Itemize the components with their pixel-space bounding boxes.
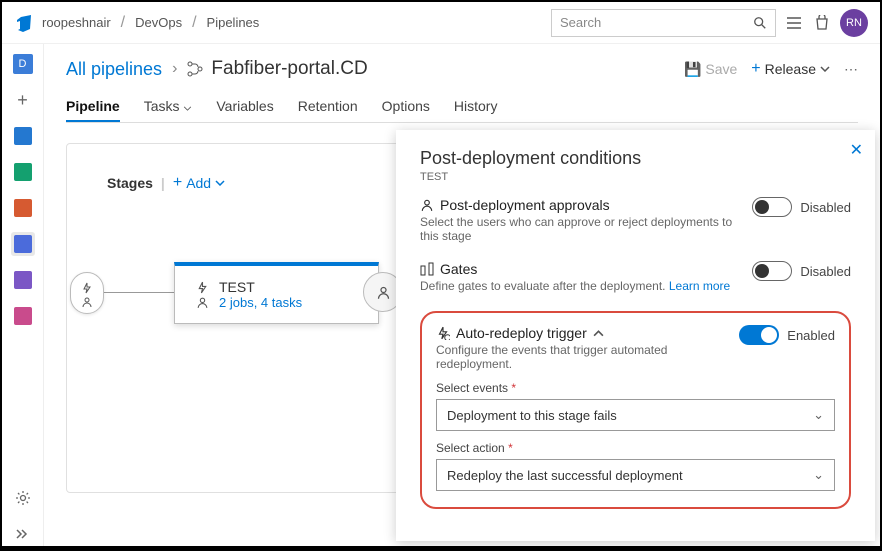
- user-avatar[interactable]: RN: [840, 9, 868, 37]
- person-icon: [196, 296, 209, 309]
- person-icon: [420, 198, 434, 212]
- panel-title: Post-deployment conditions: [420, 148, 851, 169]
- nav-boards-icon[interactable]: [11, 160, 35, 184]
- stage-card[interactable]: TEST 2 jobs, 4 tasks: [174, 262, 379, 324]
- trigger-icon: [196, 281, 209, 294]
- title-row: All pipelines › Fabfiber-portal.CD 💾 Sav…: [66, 58, 858, 80]
- breadcrumb-separator: /: [192, 14, 196, 32]
- pipeline-title: Fabfiber-portal.CD: [187, 58, 367, 80]
- trigger-icon: [81, 282, 93, 294]
- auto-redeploy-toggle[interactable]: [739, 325, 779, 345]
- search-icon: [753, 16, 767, 30]
- breadcrumb-separator: /: [121, 14, 125, 32]
- more-actions-button[interactable]: ⋯: [844, 61, 858, 78]
- top-bar: roopeshnair / DevOps / Pipelines Search …: [2, 2, 880, 44]
- search-input[interactable]: Search: [551, 9, 776, 37]
- marketplace-icon[interactable]: [812, 13, 832, 33]
- nav-repos-icon[interactable]: [11, 196, 35, 220]
- gates-icon: [420, 262, 434, 276]
- tab-tasks[interactable]: Tasks: [144, 92, 193, 122]
- left-nav: D +: [2, 44, 44, 546]
- pre-deployment-conditions-button[interactable]: [70, 272, 104, 314]
- tabs: Pipeline Tasks Variables Retention Optio…: [66, 92, 858, 123]
- close-panel-button[interactable]: ✕: [850, 140, 863, 160]
- select-events-dropdown[interactable]: Deployment to this stage fails⌄: [436, 399, 835, 431]
- project-icon[interactable]: D: [11, 52, 35, 76]
- all-pipelines-link[interactable]: All pipelines: [66, 59, 162, 80]
- save-button[interactable]: 💾 Save: [684, 61, 737, 78]
- auto-redeploy-state: Enabled: [787, 328, 835, 343]
- search-placeholder: Search: [560, 15, 753, 30]
- approvals-section: Post-deployment approvals Select the use…: [420, 197, 851, 243]
- settings-icon[interactable]: [11, 486, 35, 510]
- select-events-label: Select events *: [436, 381, 835, 395]
- breadcrumb-project[interactable]: DevOps: [135, 15, 182, 30]
- tab-variables[interactable]: Variables: [216, 92, 273, 122]
- azure-devops-logo-icon[interactable]: [14, 13, 34, 33]
- nav-testplans-icon[interactable]: [11, 268, 35, 292]
- person-icon: [81, 296, 93, 308]
- chevron-right-icon: ›: [172, 60, 177, 78]
- approvals-state: Disabled: [800, 200, 851, 215]
- select-action-label: Select action *: [436, 441, 835, 455]
- add-icon[interactable]: +: [11, 88, 35, 112]
- pipeline-icon: [187, 61, 203, 77]
- post-deployment-panel: ✕ Post-deployment conditions TEST Post-d…: [396, 130, 875, 541]
- breadcrumb-section[interactable]: Pipelines: [207, 15, 260, 30]
- stage-name: TEST: [219, 279, 368, 295]
- collapse-icon[interactable]: [11, 522, 35, 546]
- tab-history[interactable]: History: [454, 92, 498, 122]
- nav-artifacts-icon[interactable]: [11, 304, 35, 328]
- tab-retention[interactable]: Retention: [298, 92, 358, 122]
- gates-toggle[interactable]: [752, 261, 792, 281]
- tab-pipeline[interactable]: Pipeline: [66, 92, 120, 122]
- release-button[interactable]: + Release: [751, 60, 830, 78]
- select-action-dropdown[interactable]: Redeploy the last successful deployment⌄: [436, 459, 835, 491]
- list-view-icon[interactable]: [784, 13, 804, 33]
- nav-dashboards-icon[interactable]: [11, 124, 35, 148]
- add-stage-button[interactable]: + Add: [173, 174, 225, 192]
- redeploy-trigger-icon: [436, 326, 450, 340]
- auto-redeploy-section: Auto-redeploy trigger Configure the even…: [420, 311, 851, 509]
- panel-subtitle: TEST: [420, 171, 851, 183]
- gates-state: Disabled: [800, 264, 851, 279]
- breadcrumb-org[interactable]: roopeshnair: [42, 15, 111, 30]
- stage-jobs-link[interactable]: 2 jobs, 4 tasks: [219, 295, 368, 310]
- person-icon: [376, 285, 391, 300]
- nav-pipelines-icon[interactable]: [11, 232, 35, 256]
- approvals-toggle[interactable]: [752, 197, 792, 217]
- chevron-up-icon[interactable]: [593, 330, 604, 337]
- gates-learn-more-link[interactable]: Learn more: [669, 279, 730, 293]
- tab-options[interactable]: Options: [382, 92, 430, 122]
- gates-section: Gates Define gates to evaluate after the…: [420, 261, 851, 293]
